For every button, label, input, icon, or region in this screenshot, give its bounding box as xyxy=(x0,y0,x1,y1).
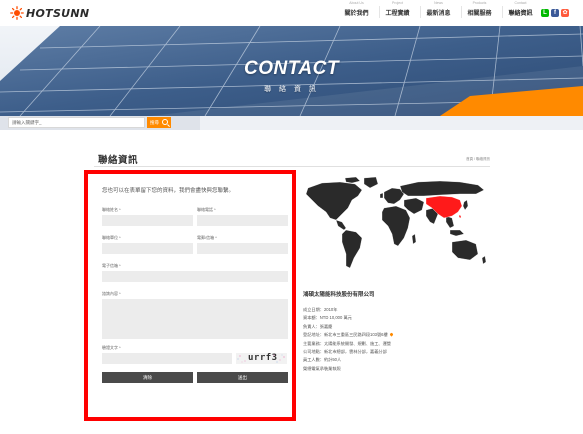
hero-banner: CONTACT 聯 絡 資 訊 xyxy=(0,26,583,116)
search-button-label: 搜尋 xyxy=(150,120,159,125)
form-intro: 您也可以在表單留下您的資料，我們會盡快與您聯繫。 xyxy=(102,188,235,194)
email-label: 電郵/信箱 * xyxy=(197,235,217,240)
nav-item-en-label: News xyxy=(434,1,443,5)
captcha-text: urrf3 xyxy=(248,353,278,363)
breadcrumb[interactable]: 首頁 / 聯絡資訊 xyxy=(466,157,490,162)
banner-subtitle: 聯 絡 資 訊 xyxy=(264,86,319,93)
nav-item-en-label: Contact xyxy=(514,1,527,5)
search-strip: 請輸入關鍵字_ 搜尋 xyxy=(0,116,583,130)
brand-logo[interactable]: HOTSUNN xyxy=(10,6,89,20)
info-address-text: 登記地址：新北市三重區三民路四段103號6樓 xyxy=(303,332,388,338)
search-button[interactable]: 搜尋 xyxy=(147,117,171,128)
page-title: 聯絡資訊 xyxy=(98,155,139,166)
nav-item-news[interactable]: News 最新消息 xyxy=(420,1,457,17)
share-icon[interactable]: ✿ xyxy=(561,9,569,17)
nav-divider xyxy=(461,6,462,18)
site-header: HOTSUNN About Us 關於我們 Project 工程實績 News … xyxy=(0,0,583,26)
taiwan-highlight xyxy=(459,215,461,218)
search-input[interactable]: 請輸入關鍵字_ xyxy=(8,117,145,128)
contact-form: 您也可以在表單留下您的資料，我們會盡快與您聯繫。 聯絡姓名 * 聯絡電話 * 聯… xyxy=(84,170,296,421)
name-label: 聯絡姓名 * xyxy=(102,207,121,212)
main-nav: About Us 關於我們 Project 工程實績 News 最新消息 Pro… xyxy=(338,1,543,17)
email-field[interactable] xyxy=(197,243,288,254)
mobile-label: 電子信箱 * xyxy=(102,263,121,268)
nav-item-label: 工程實績 xyxy=(385,11,410,17)
nav-item-label: 聯絡資訊 xyxy=(508,11,533,17)
info-established: 成立日期：2010年 xyxy=(303,307,338,312)
phone-field[interactable] xyxy=(197,215,288,226)
mobile-field[interactable] xyxy=(102,271,288,282)
captcha-input[interactable] xyxy=(102,353,232,364)
company-label: 聯絡單位 * xyxy=(102,235,121,240)
phone-label: 聯絡電話 * xyxy=(197,207,216,212)
name-field[interactable] xyxy=(102,215,193,226)
nav-item-label: 相關服務 xyxy=(467,11,492,17)
facebook-icon[interactable]: f xyxy=(551,9,559,17)
nav-item-about[interactable]: About Us 關於我們 xyxy=(338,1,375,17)
info-representative: 負責人：張嘉慶 xyxy=(303,323,333,329)
nav-item-label: 最新消息 xyxy=(426,11,451,17)
nav-item-projects[interactable]: Project 工程實績 xyxy=(379,1,416,17)
info-license: 榮總電氣承裝業執照 xyxy=(303,365,341,371)
submit-button[interactable]: 送出 xyxy=(197,372,288,383)
captcha-label: 驗證文字 * xyxy=(102,345,121,350)
social-links: L f ✿ xyxy=(541,9,571,17)
info-capital: 資本額：NTD 10,000 萬元 xyxy=(303,315,352,321)
nav-item-en-label: About Us xyxy=(349,1,364,5)
info-employees: 員工人數：約計50人 xyxy=(303,357,342,363)
nav-divider xyxy=(379,6,380,18)
world-map-image xyxy=(305,176,487,269)
sun-logo-icon xyxy=(10,6,24,20)
nav-item-services[interactable]: Products 相關服務 xyxy=(461,1,498,17)
info-address: 登記地址：新北市三重區三民路四段103號6樓 xyxy=(303,331,394,339)
message-textarea[interactable] xyxy=(102,299,288,339)
nav-item-contact[interactable]: Contact 聯絡資訊 xyxy=(502,1,539,17)
nav-divider xyxy=(420,6,421,18)
info-business: 主要業務：太陽能系統開發、規劃、施工、運營 xyxy=(303,340,391,346)
clear-button[interactable]: 清除 xyxy=(102,372,193,383)
company-info-list: 成立日期：2010年 資本額：NTD 10,000 萬元 負責人：張嘉慶 登記地… xyxy=(303,306,394,373)
company-name: 鴻碩太陽能科技股份有限公司 xyxy=(303,292,375,298)
world-map xyxy=(300,176,490,276)
captcha-image[interactable]: urrf3 xyxy=(236,353,287,364)
banner-title: CONTACT xyxy=(244,58,339,79)
nav-item-en-label: Products xyxy=(472,1,487,5)
nav-item-label: 關於我們 xyxy=(344,11,369,17)
nav-item-en-label: Project xyxy=(392,1,403,5)
map-pin-icon[interactable] xyxy=(389,332,394,337)
title-divider xyxy=(94,166,490,167)
line-icon[interactable]: L xyxy=(541,9,549,17)
search-icon xyxy=(162,119,168,125)
nav-divider xyxy=(502,6,503,18)
company-field[interactable] xyxy=(102,243,193,254)
brand-name: HOTSUNN xyxy=(26,6,90,20)
message-label: 諮詢內容 * xyxy=(102,291,121,296)
info-locations: 公司地點：新北市總部，雲林分部，嘉義分部 xyxy=(303,348,387,354)
